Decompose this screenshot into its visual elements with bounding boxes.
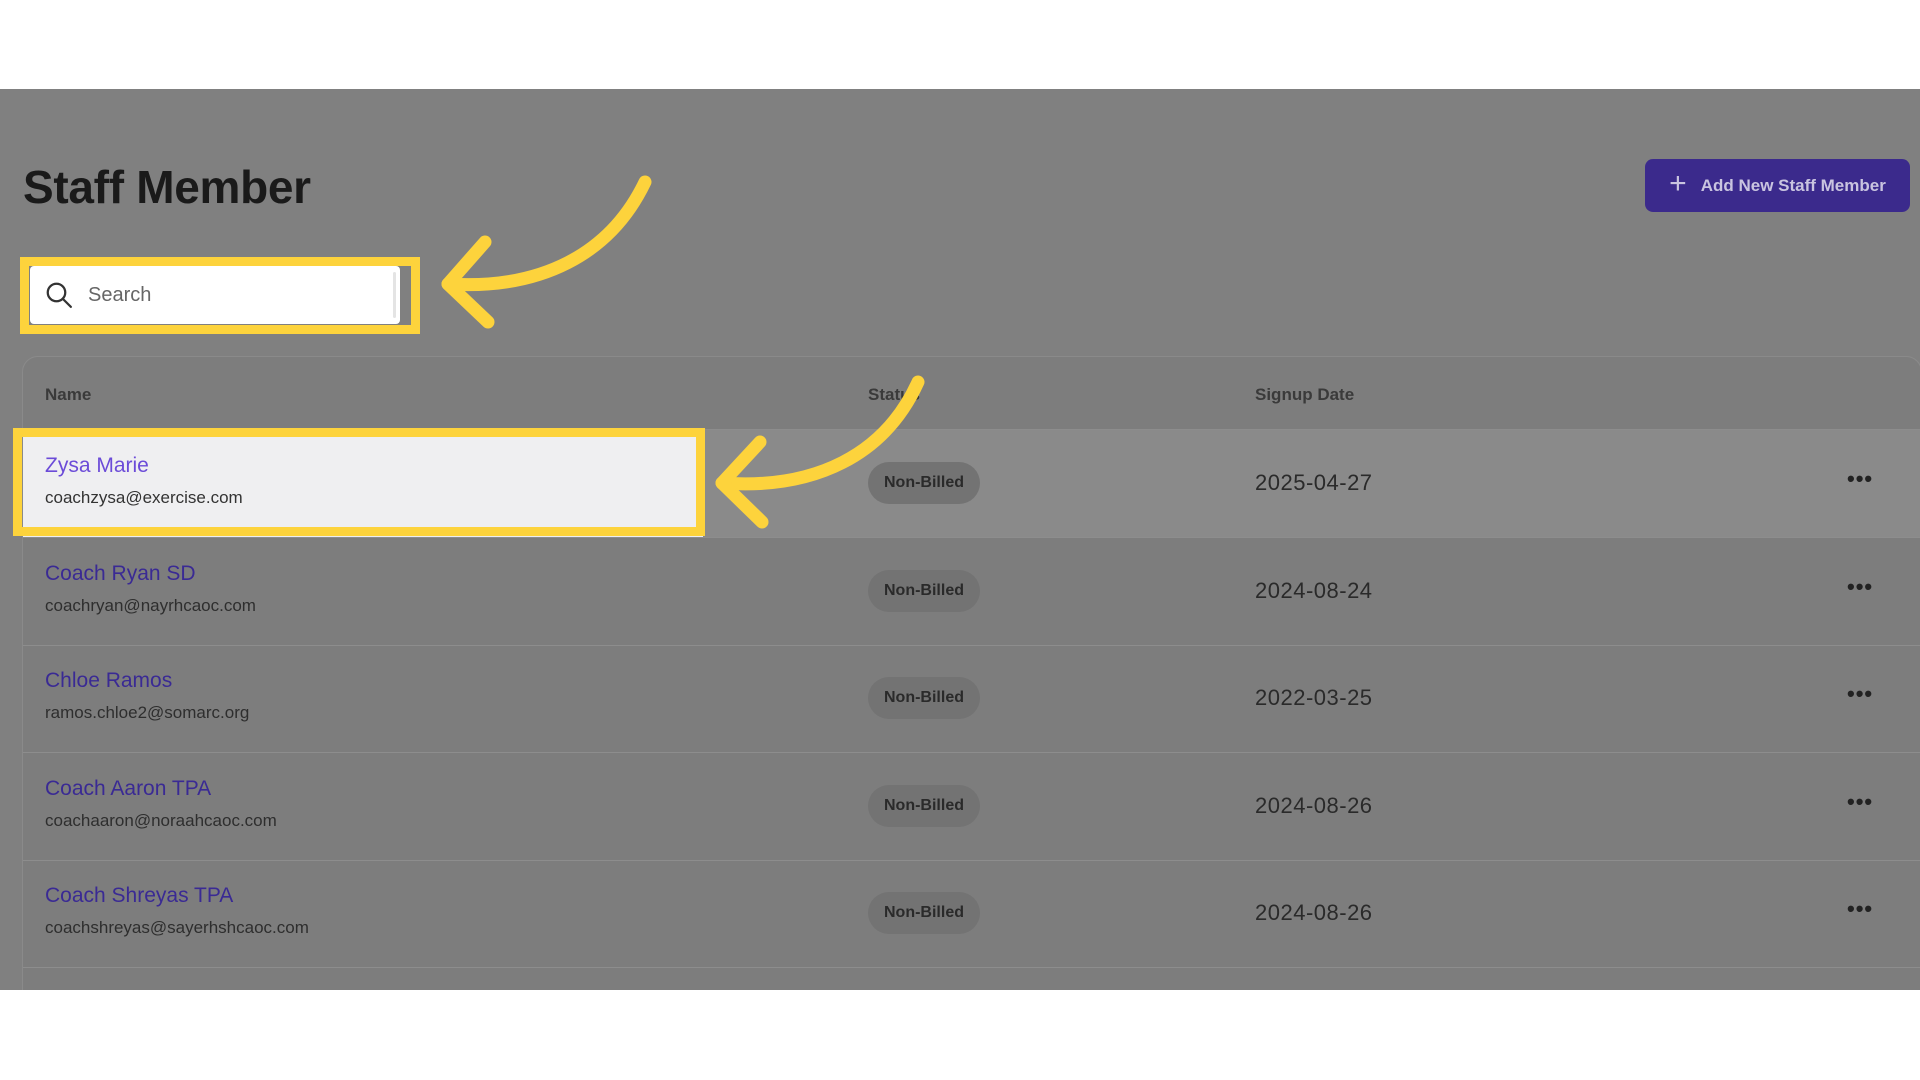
status-badge: Non-Billed bbox=[868, 677, 980, 719]
name-cell: Coach Aaron TPA coachaaron@noraahcaoc.co… bbox=[23, 753, 703, 860]
page-title: Staff Member bbox=[23, 161, 311, 213]
more-actions-icon[interactable]: ••• bbox=[1847, 466, 1873, 492]
signup-date: 2022-03-25 bbox=[1255, 685, 1373, 710]
name-cell: Coach Shreyas TPA coachshreyas@sayerhshc… bbox=[23, 860, 703, 967]
signup-date: 2024-08-24 bbox=[1255, 578, 1373, 603]
column-header-status[interactable]: Status bbox=[868, 385, 920, 405]
plus-icon: + bbox=[1669, 167, 1687, 200]
more-actions-icon[interactable]: ••• bbox=[1847, 789, 1873, 815]
column-header-name[interactable]: Name bbox=[45, 385, 91, 405]
more-actions-icon[interactable]: ••• bbox=[1847, 574, 1873, 600]
table-row[interactable]: Chloe Ramos ramos.chloe2@somarc.org Non-… bbox=[23, 645, 1920, 753]
add-new-staff-member-button[interactable]: + Add New Staff Member bbox=[1645, 159, 1910, 212]
staff-name-link[interactable]: Coach Aaron TPA bbox=[45, 777, 211, 801]
staff-email: coachaaron@noraahcaoc.com bbox=[45, 811, 277, 830]
signup-date: 2024-08-26 bbox=[1255, 793, 1373, 818]
staff-name-link[interactable]: Coach Ryan SD bbox=[45, 562, 196, 586]
more-actions-icon[interactable]: ••• bbox=[1847, 896, 1873, 922]
status-badge: Non-Billed bbox=[868, 570, 980, 612]
status-badge: Non-Billed bbox=[868, 785, 980, 827]
name-cell: Chloe Ramos ramos.chloe2@somarc.org bbox=[23, 645, 703, 752]
staff-name-link[interactable]: Coach Shreyas TPA bbox=[45, 884, 233, 908]
name-cell: Coach Ryan SD coachryan@nayrhcaoc.com bbox=[23, 538, 703, 645]
staff-email: ramos.chloe2@somarc.org bbox=[45, 703, 250, 722]
staff-name-link[interactable]: Chloe Ramos bbox=[45, 669, 172, 693]
table-header: Name Status Signup Date bbox=[23, 357, 1920, 430]
staff-email: coachshreyas@sayerhshcaoc.com bbox=[45, 918, 309, 937]
staff-email: coachryan@nayrhcaoc.com bbox=[45, 596, 256, 615]
row-highlight-box bbox=[13, 428, 705, 536]
status-badge: Non-Billed bbox=[868, 892, 980, 934]
dimmed-page: Staff Member + Add New Staff Member Name… bbox=[0, 89, 1920, 990]
table-row[interactable]: Coach Shreyas TPA coachshreyas@sayerhshc… bbox=[23, 860, 1920, 968]
signup-date: 2025-04-27 bbox=[1255, 470, 1373, 495]
search-highlight-box bbox=[20, 257, 420, 334]
status-badge: Non-Billed bbox=[868, 462, 980, 504]
add-button-label: Add New Staff Member bbox=[1700, 175, 1886, 195]
signup-date: 2024-08-26 bbox=[1255, 900, 1373, 925]
table-row[interactable]: Coach Aaron TPA coachaaron@noraahcaoc.co… bbox=[23, 753, 1920, 861]
column-header-signup-date[interactable]: Signup Date bbox=[1255, 385, 1354, 405]
more-actions-icon[interactable]: ••• bbox=[1847, 681, 1873, 707]
table-row[interactable]: Coach Ryan SD coachryan@nayrhcaoc.com No… bbox=[23, 538, 1920, 646]
